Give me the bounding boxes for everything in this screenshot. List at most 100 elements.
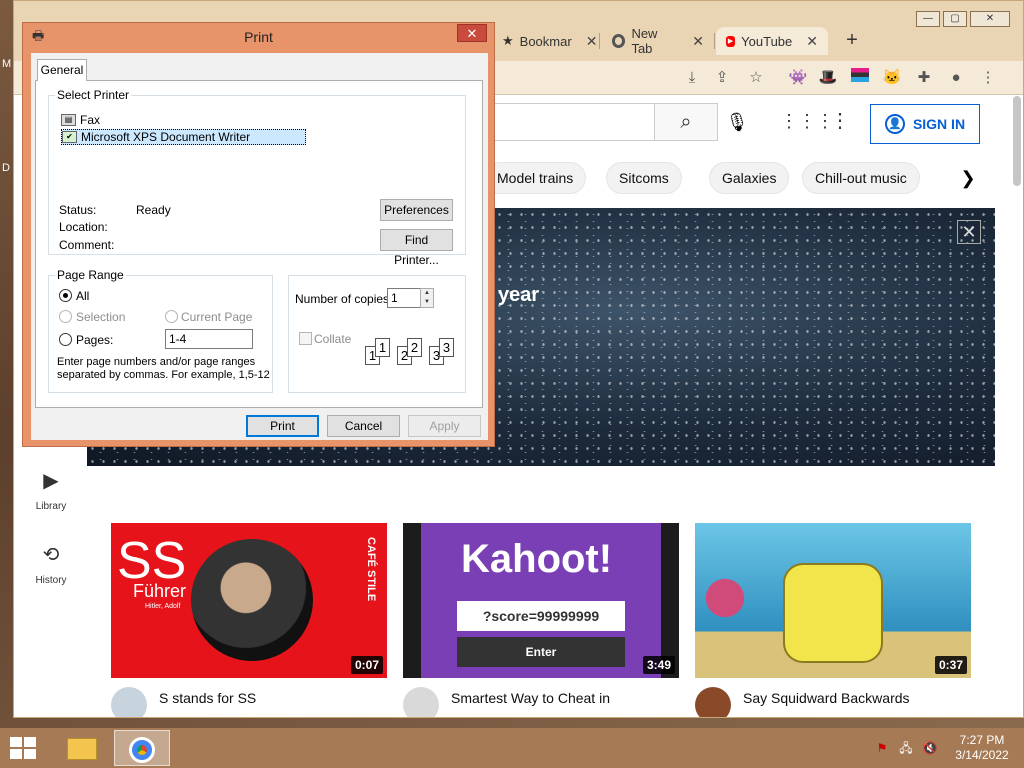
range-pages-radio[interactable]: [59, 333, 72, 346]
copies-label: Number of copies:: [295, 292, 393, 306]
copies-input[interactable]: 1: [387, 288, 421, 308]
group-label: Select Printer: [55, 88, 132, 102]
more-options-icon[interactable]: ⋮: [829, 108, 851, 134]
close-tab-icon[interactable]: ✕: [692, 33, 704, 50]
chevron-right-icon[interactable]: ❯: [956, 166, 980, 190]
library-icon: ▶: [43, 470, 59, 492]
range-hint: Enter page numbers and/or page ranges: [57, 356, 256, 368]
history-icon: ⟲: [42, 544, 60, 566]
system-clock[interactable]: 7:27 PM 3/14/2022: [950, 733, 1014, 763]
fax-icon: ▤: [61, 114, 76, 126]
minimize-button[interactable]: —: [916, 11, 940, 27]
guide-item-library[interactable]: ▶ Library: [24, 468, 78, 512]
thumbnail-text: Kahoot!: [461, 537, 613, 581]
chip-galaxies[interactable]: Galaxies: [709, 162, 790, 194]
apps-icon[interactable]: ⋮⋮⋮: [780, 108, 834, 134]
microphone-icon: 🎙: [725, 112, 749, 132]
tab-general[interactable]: General: [37, 59, 87, 81]
collate-page-icon: 1: [375, 338, 390, 357]
video-title[interactable]: Smartest Way to Cheat in: [451, 690, 610, 706]
taskbar-chrome[interactable]: [114, 730, 170, 766]
menu-dots-icon[interactable]: ⋮: [976, 66, 1000, 90]
search-button[interactable]: ⌕: [654, 103, 718, 141]
thumbnail-coral: [695, 543, 755, 653]
voice-search-button[interactable]: 🎙: [722, 107, 752, 137]
channel-avatar[interactable]: [403, 687, 439, 717]
extension-cat-icon[interactable]: 🐱: [880, 66, 904, 90]
thumbnail-portrait: [191, 539, 313, 661]
copies-group: Number of copies: 1 ▲ ▼ Collate 1 1 2 2 3…: [288, 275, 466, 393]
video-title[interactable]: Say Squidward Backwards: [743, 690, 910, 706]
start-button[interactable]: [10, 737, 36, 759]
close-dialog-button[interactable]: ✕: [457, 24, 487, 42]
chip-sitcoms[interactable]: Sitcoms: [606, 162, 682, 194]
printer-name: Microsoft XPS Document Writer: [81, 130, 251, 144]
taskbar-file-explorer[interactable]: [54, 730, 110, 766]
thumbnail-text: Hitler, Adolf: [145, 603, 181, 610]
guide-item-history[interactable]: ⟲ History: [24, 542, 78, 586]
comment-label: Comment:: [59, 238, 115, 252]
chrome-icon: [612, 34, 626, 48]
close-tab-icon[interactable]: ✕: [806, 33, 818, 50]
windows-logo-icon: [24, 737, 36, 747]
video-thumbnail[interactable]: SS Führer Hitler, Adolf CAFÉ STILE 0:07: [111, 523, 387, 678]
extension-hat-icon[interactable]: 🎩: [816, 66, 840, 90]
video-title[interactable]: S stands for SS: [159, 690, 256, 706]
tab-youtube[interactable]: ▶ YouTube ✕: [716, 27, 828, 55]
chip-model-trains[interactable]: Model trains: [484, 162, 587, 194]
apply-button[interactable]: Apply: [408, 415, 481, 437]
range-all-radio[interactable]: [59, 289, 72, 302]
channel-avatar[interactable]: [111, 687, 147, 717]
page-range-group: Page Range All Selection Current Page Pa…: [48, 268, 273, 393]
collate-checkbox[interactable]: [299, 332, 312, 345]
maximize-button[interactable]: ▢: [943, 11, 967, 27]
video-thumbnail[interactable]: 0:37: [695, 523, 971, 678]
tab-label: New Tab: [631, 26, 658, 56]
preferences-button[interactable]: Preferences: [380, 199, 453, 221]
pages-input[interactable]: 1-4: [165, 329, 253, 349]
tab-new-tab[interactable]: New Tab ✕: [602, 26, 714, 56]
chip-chill-out-music[interactable]: Chill-out music: [802, 162, 920, 194]
desktop-icon-label[interactable]: D: [2, 162, 10, 174]
extension-flag-icon[interactable]: [848, 66, 872, 90]
copies-spinner[interactable]: ▲ ▼: [420, 288, 434, 308]
printer-item-xps[interactable]: ✔ Microsoft XPS Document Writer: [61, 129, 306, 145]
network-icon[interactable]: 🖧: [898, 740, 914, 756]
bookmark-star-icon[interactable]: ☆: [744, 66, 768, 90]
range-selection-radio[interactable]: [59, 310, 72, 323]
print-button[interactable]: Print: [246, 415, 319, 437]
extensions-puzzle-icon[interactable]: ✚: [912, 66, 936, 90]
range-hint: separated by commas. For example, 1,5-12: [57, 369, 270, 381]
video-thumbnail[interactable]: Kahoot! ?score=99999999 Enter 3:49: [403, 523, 679, 678]
close-tab-icon[interactable]: ✕: [586, 33, 598, 50]
clock-date: 3/14/2022: [955, 748, 1009, 762]
extension-icon[interactable]: 👾: [786, 66, 810, 90]
close-window-button[interactable]: ✕: [970, 11, 1010, 27]
profile-icon[interactable]: ●: [944, 66, 968, 90]
thumbnail-text: Führer: [133, 581, 187, 601]
windows-logo-icon: [10, 737, 22, 747]
close-icon[interactable]: ✕: [957, 220, 981, 244]
action-center-flag-icon[interactable]: ⚑: [874, 740, 890, 756]
volume-muted-icon[interactable]: 🔇: [922, 740, 938, 756]
cancel-button[interactable]: Cancel: [327, 415, 400, 437]
thumbnail-text: Enter: [525, 645, 557, 659]
sign-in-button[interactable]: 👤 SIGN IN: [870, 104, 980, 144]
find-printer-button[interactable]: Find Printer...: [380, 229, 453, 267]
search-input[interactable]: [484, 103, 654, 141]
new-tab-button[interactable]: +: [840, 29, 864, 53]
video-duration: 3:49: [642, 656, 675, 674]
scrollbar[interactable]: [1013, 96, 1021, 186]
dialog-titlebar[interactable]: 🖶 Print ✕: [23, 23, 494, 51]
location-label: Location:: [59, 220, 108, 234]
desktop-icon-label[interactable]: M: [2, 58, 11, 70]
range-current-page-radio[interactable]: [165, 310, 178, 323]
tab-bookmarks[interactable]: ★ Bookmar ✕: [492, 27, 600, 55]
share-icon[interactable]: ⇪: [710, 66, 734, 90]
video-duration: 0:07: [350, 656, 383, 674]
collate-label: Collate: [314, 332, 352, 346]
install-icon[interactable]: ⤓: [680, 66, 704, 90]
printer-item-fax[interactable]: ▤ Fax: [61, 112, 100, 128]
channel-avatar[interactable]: [695, 687, 731, 717]
sign-in-label: SIGN IN: [912, 116, 966, 132]
